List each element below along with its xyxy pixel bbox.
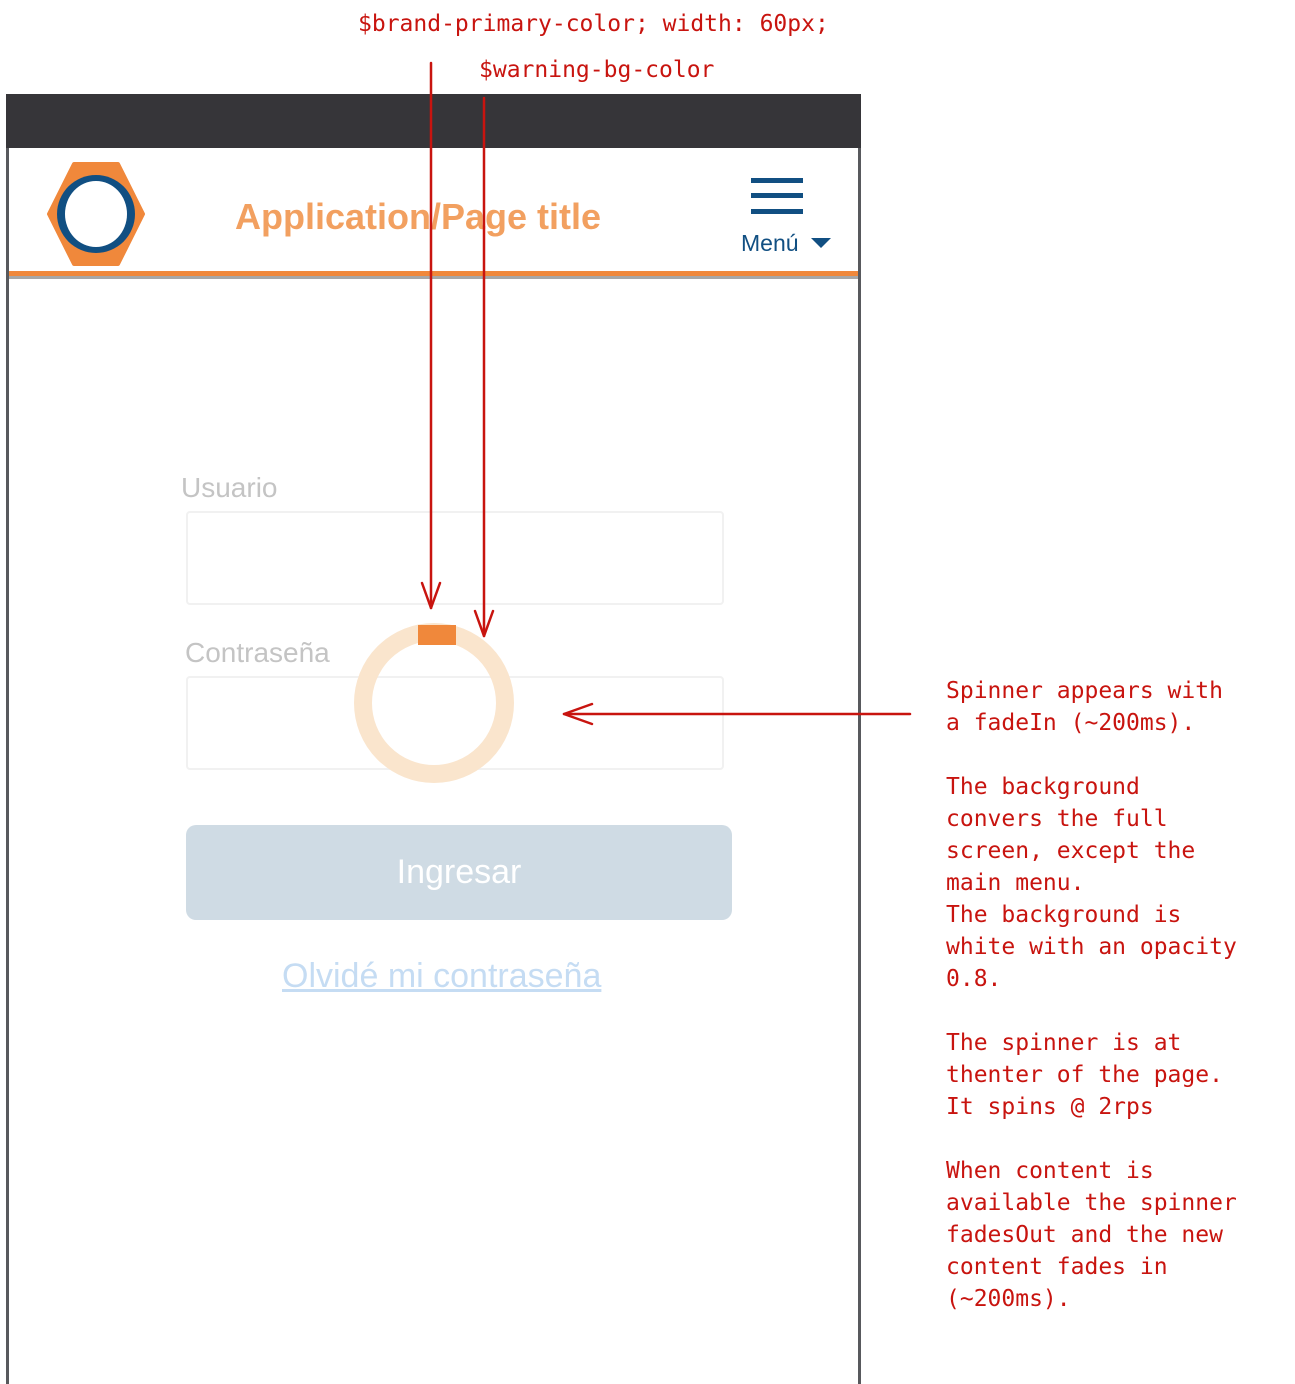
note-line: available the spinner: [946, 1190, 1237, 1216]
note-line: white with an opacity: [946, 934, 1237, 960]
note-paragraph: When content is available the spinner fade…: [946, 1155, 1291, 1315]
note-line: The background is: [946, 902, 1182, 928]
note-line: It spins @ 2rps: [946, 1094, 1154, 1120]
note-line: When content is: [946, 1158, 1154, 1184]
note-line: The spinner is at: [946, 1030, 1182, 1056]
spinner-icon: [354, 623, 514, 783]
submit-button[interactable]: Ingresar: [186, 825, 732, 920]
note-paragraph: The background convers the full screen, ex…: [946, 771, 1291, 995]
note-line: screen, except the: [946, 838, 1196, 864]
note-paragraph: The spinner is at thenter of the page. It …: [946, 1027, 1291, 1123]
phone-frame: Application/Page title Menú Usuario Cont…: [6, 94, 861, 1384]
password-label: Contraseña: [185, 637, 330, 668]
note-line: thenter of the page.: [946, 1062, 1223, 1088]
note-line: 0.8.: [946, 966, 1002, 992]
brand-color-annotation: $brand-primary-color; width: 60px;: [358, 11, 829, 37]
note-line: convers the full: [946, 806, 1168, 832]
username-input[interactable]: [186, 511, 724, 605]
note-line: main menu.: [946, 870, 1085, 896]
spinner-notes: Spinner appears with a fadeIn (~200ms). Th…: [946, 675, 1291, 1315]
note-line: Spinner appears with: [946, 678, 1223, 704]
forgot-password-link[interactable]: Olvidé mi contraseña: [282, 957, 601, 996]
note-line: fadesOut and the new: [946, 1222, 1223, 1248]
username-label: Usuario: [181, 472, 278, 503]
warning-color-annotation: $warning-bg-color: [479, 57, 715, 83]
note-paragraph: Spinner appears with a fadeIn (~200ms).: [946, 675, 1291, 739]
note-line: a fadeIn (~200ms).: [946, 710, 1196, 736]
note-line: (~200ms).: [946, 1286, 1071, 1312]
note-line: The background: [946, 774, 1140, 800]
note-line: content fades in: [946, 1254, 1168, 1280]
